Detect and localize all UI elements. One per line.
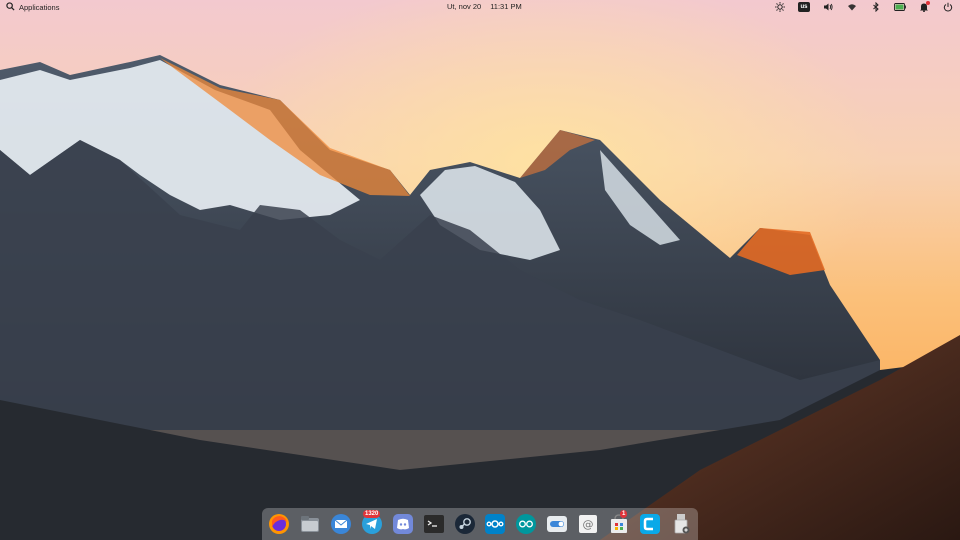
search-icon xyxy=(6,2,15,13)
code-editor-icon xyxy=(640,514,660,534)
nextcloud-icon xyxy=(485,514,505,534)
telegram-unread-badge: 1320 xyxy=(363,510,381,518)
power-icon[interactable] xyxy=(942,1,954,13)
terminal-icon xyxy=(424,515,444,533)
notification-dot xyxy=(926,1,930,5)
mail-icon xyxy=(331,514,351,534)
top-panel: Applications Ut, nov 20 11:31 PM us xyxy=(0,0,960,15)
dock-item-code-editor[interactable] xyxy=(639,513,661,535)
notifications-icon[interactable] xyxy=(918,1,930,13)
dock-item-mail[interactable] xyxy=(330,513,352,535)
night-light-icon[interactable] xyxy=(774,1,786,13)
time-label: 11:31 PM xyxy=(490,2,522,11)
steam-icon xyxy=(455,514,475,534)
dock-item-discord[interactable] xyxy=(392,513,414,535)
date-label: Ut, nov 20 xyxy=(447,2,482,11)
dock-item-settings[interactable] xyxy=(546,513,568,535)
appcenter-icon xyxy=(611,514,627,533)
dock-item-steam[interactable] xyxy=(454,513,476,535)
files-icon xyxy=(301,516,319,532)
wifi-icon[interactable] xyxy=(846,1,858,13)
applications-label: Applications xyxy=(19,3,60,12)
dock-item-arduino[interactable] xyxy=(515,513,537,535)
dock-item-appcenter[interactable]: 1 xyxy=(608,510,630,535)
dock-item-terminal[interactable] xyxy=(423,513,445,535)
dock-item-mail-composer[interactable]: @ xyxy=(577,513,599,535)
desktop-wallpaper xyxy=(0,0,960,540)
dock xyxy=(262,508,698,540)
battery-icon[interactable] xyxy=(894,1,906,13)
arduino-icon xyxy=(516,514,536,534)
firefox-icon xyxy=(269,514,289,534)
at-sign-icon: @ xyxy=(579,515,597,533)
usb-drive-icon xyxy=(674,514,690,534)
dock-item-telegram[interactable]: 1320 xyxy=(361,510,383,535)
dock-item-nextcloud[interactable] xyxy=(484,513,506,535)
dock-item-files[interactable] xyxy=(299,513,321,535)
date-time-indicator[interactable]: Ut, nov 20 11:31 PM xyxy=(447,2,522,11)
keyboard-layout-indicator[interactable]: us xyxy=(798,1,810,13)
applications-menu[interactable]: Applications xyxy=(6,2,59,13)
keyboard-layout-label: us xyxy=(798,2,810,12)
dock-item-firefox[interactable] xyxy=(268,513,290,535)
bluetooth-icon[interactable] xyxy=(870,1,882,13)
toggle-switch-icon xyxy=(547,516,567,532)
dock-item-installer[interactable] xyxy=(670,513,692,535)
indicator-area: us xyxy=(762,1,954,13)
svg-text:@: @ xyxy=(583,518,594,531)
volume-icon[interactable] xyxy=(822,1,834,13)
discord-icon xyxy=(393,514,413,534)
